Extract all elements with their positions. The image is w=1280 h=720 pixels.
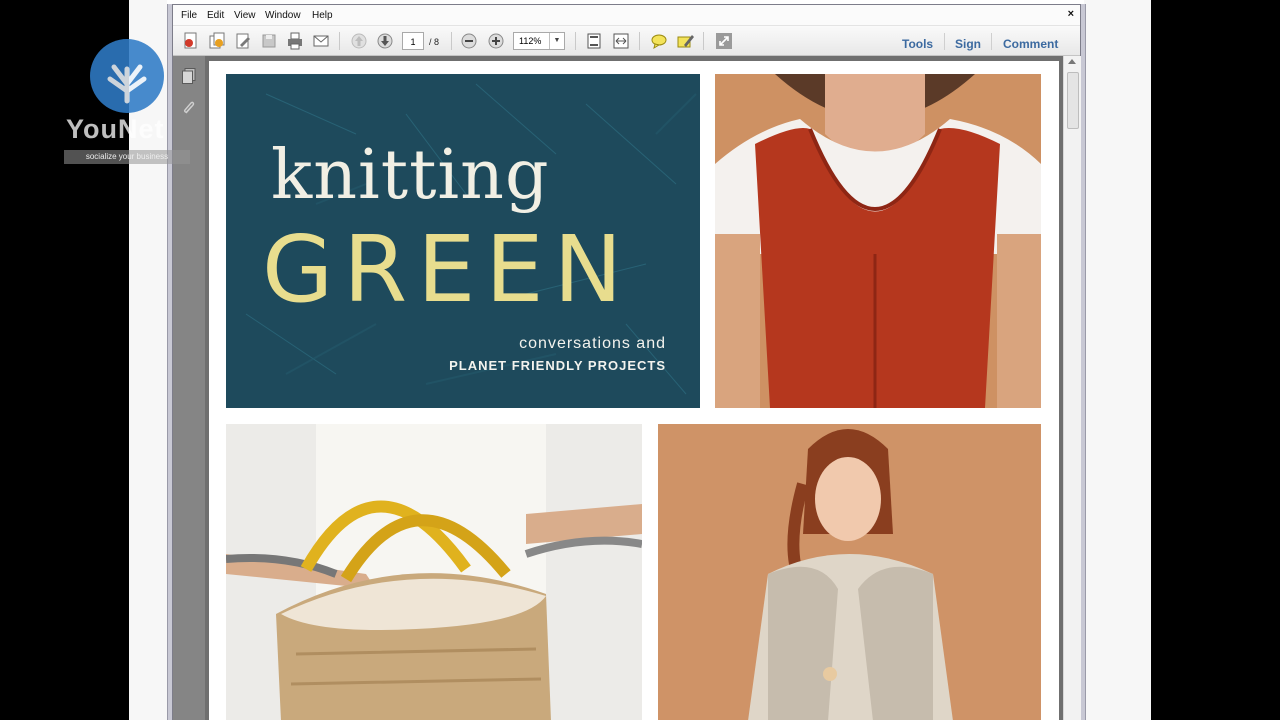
scrollbar-thumb[interactable] [1067, 72, 1079, 129]
toolbar-separator [639, 32, 640, 50]
younet-name: YouNet [66, 114, 165, 144]
red-vest-photo [715, 74, 1041, 408]
cover-subtitle-line2: PLANET FRIENDLY PROJECTS [449, 358, 666, 373]
menu-view[interactable]: View [234, 10, 256, 21]
tools-link[interactable]: Tools [902, 37, 933, 51]
younet-tagline: socialize your business [64, 150, 190, 164]
toolbar-separator [944, 33, 945, 50]
page-number-input[interactable]: 1 [402, 32, 424, 50]
comment-link[interactable]: Comment [1003, 37, 1058, 51]
menu-help[interactable]: Help [312, 10, 333, 21]
zoom-level-select[interactable]: 112% ▼ [513, 32, 565, 50]
cover-panel: knitting GREEN conversations and PLANET … [226, 74, 700, 408]
toolbar-separator [339, 32, 340, 50]
younet-logo-circle [90, 39, 164, 113]
screen: File Edit View Window Help × 1 / 8 112% … [129, 0, 1151, 720]
fit-page-icon[interactable] [584, 31, 604, 51]
toolbar-separator [703, 32, 704, 50]
combine-files-icon[interactable] [207, 31, 227, 51]
zoom-level-value: 112% [519, 36, 542, 46]
zoom-in-icon[interactable] [486, 31, 506, 51]
menu-edit[interactable]: Edit [207, 10, 224, 21]
vertical-scrollbar[interactable] [1063, 56, 1081, 720]
toolbar-separator [575, 32, 576, 50]
menu-window[interactable]: Window [265, 10, 301, 21]
zoom-out-icon[interactable] [459, 31, 479, 51]
bag-bicycle-photo [226, 424, 642, 720]
background-right [1084, 0, 1151, 720]
acrobat-app: File Edit View Window Help × 1 / 8 112% … [172, 4, 1081, 720]
save-icon[interactable] [259, 31, 279, 51]
younet-watermark-logo: YouNet socialize your business [62, 36, 196, 168]
chevron-down-icon[interactable]: ▼ [549, 33, 564, 49]
menu-file[interactable]: File [181, 10, 197, 21]
close-document-button[interactable]: × [1068, 8, 1074, 20]
toolbar-separator [451, 32, 452, 50]
cover-title-script: knitting [271, 136, 550, 215]
previous-page-icon[interactable] [349, 31, 369, 51]
pdf-page: knitting GREEN conversations and PLANET … [209, 61, 1059, 720]
edit-document-icon[interactable] [233, 31, 253, 51]
expand-icon[interactable] [714, 31, 734, 51]
page-total: / 8 [429, 37, 440, 47]
print-icon[interactable] [285, 31, 305, 51]
toolbar: 1 / 8 112% ▼ Tools Sign Comment [173, 26, 1080, 56]
document-area[interactable]: knitting GREEN conversations and PLANET … [205, 56, 1081, 720]
cover-subtitle-line1: conversations and [519, 335, 666, 352]
menu-bar: File Edit View Window Help × [173, 5, 1080, 26]
acrobat-window-frame: File Edit View Window Help × 1 / 8 112% … [167, 4, 1086, 720]
email-icon[interactable] [311, 31, 331, 51]
highlight-icon[interactable] [675, 31, 695, 51]
next-page-icon[interactable] [375, 31, 395, 51]
tree-icon [107, 64, 147, 104]
toolbar-separator [991, 33, 992, 50]
fit-width-icon[interactable] [611, 31, 631, 51]
sticky-note-icon[interactable] [649, 31, 669, 51]
cover-title-green: GREEN [262, 216, 633, 323]
sign-link[interactable]: Sign [955, 37, 981, 51]
beige-vest-photo [658, 424, 1041, 720]
scroll-up-arrow-icon[interactable] [1068, 59, 1076, 64]
